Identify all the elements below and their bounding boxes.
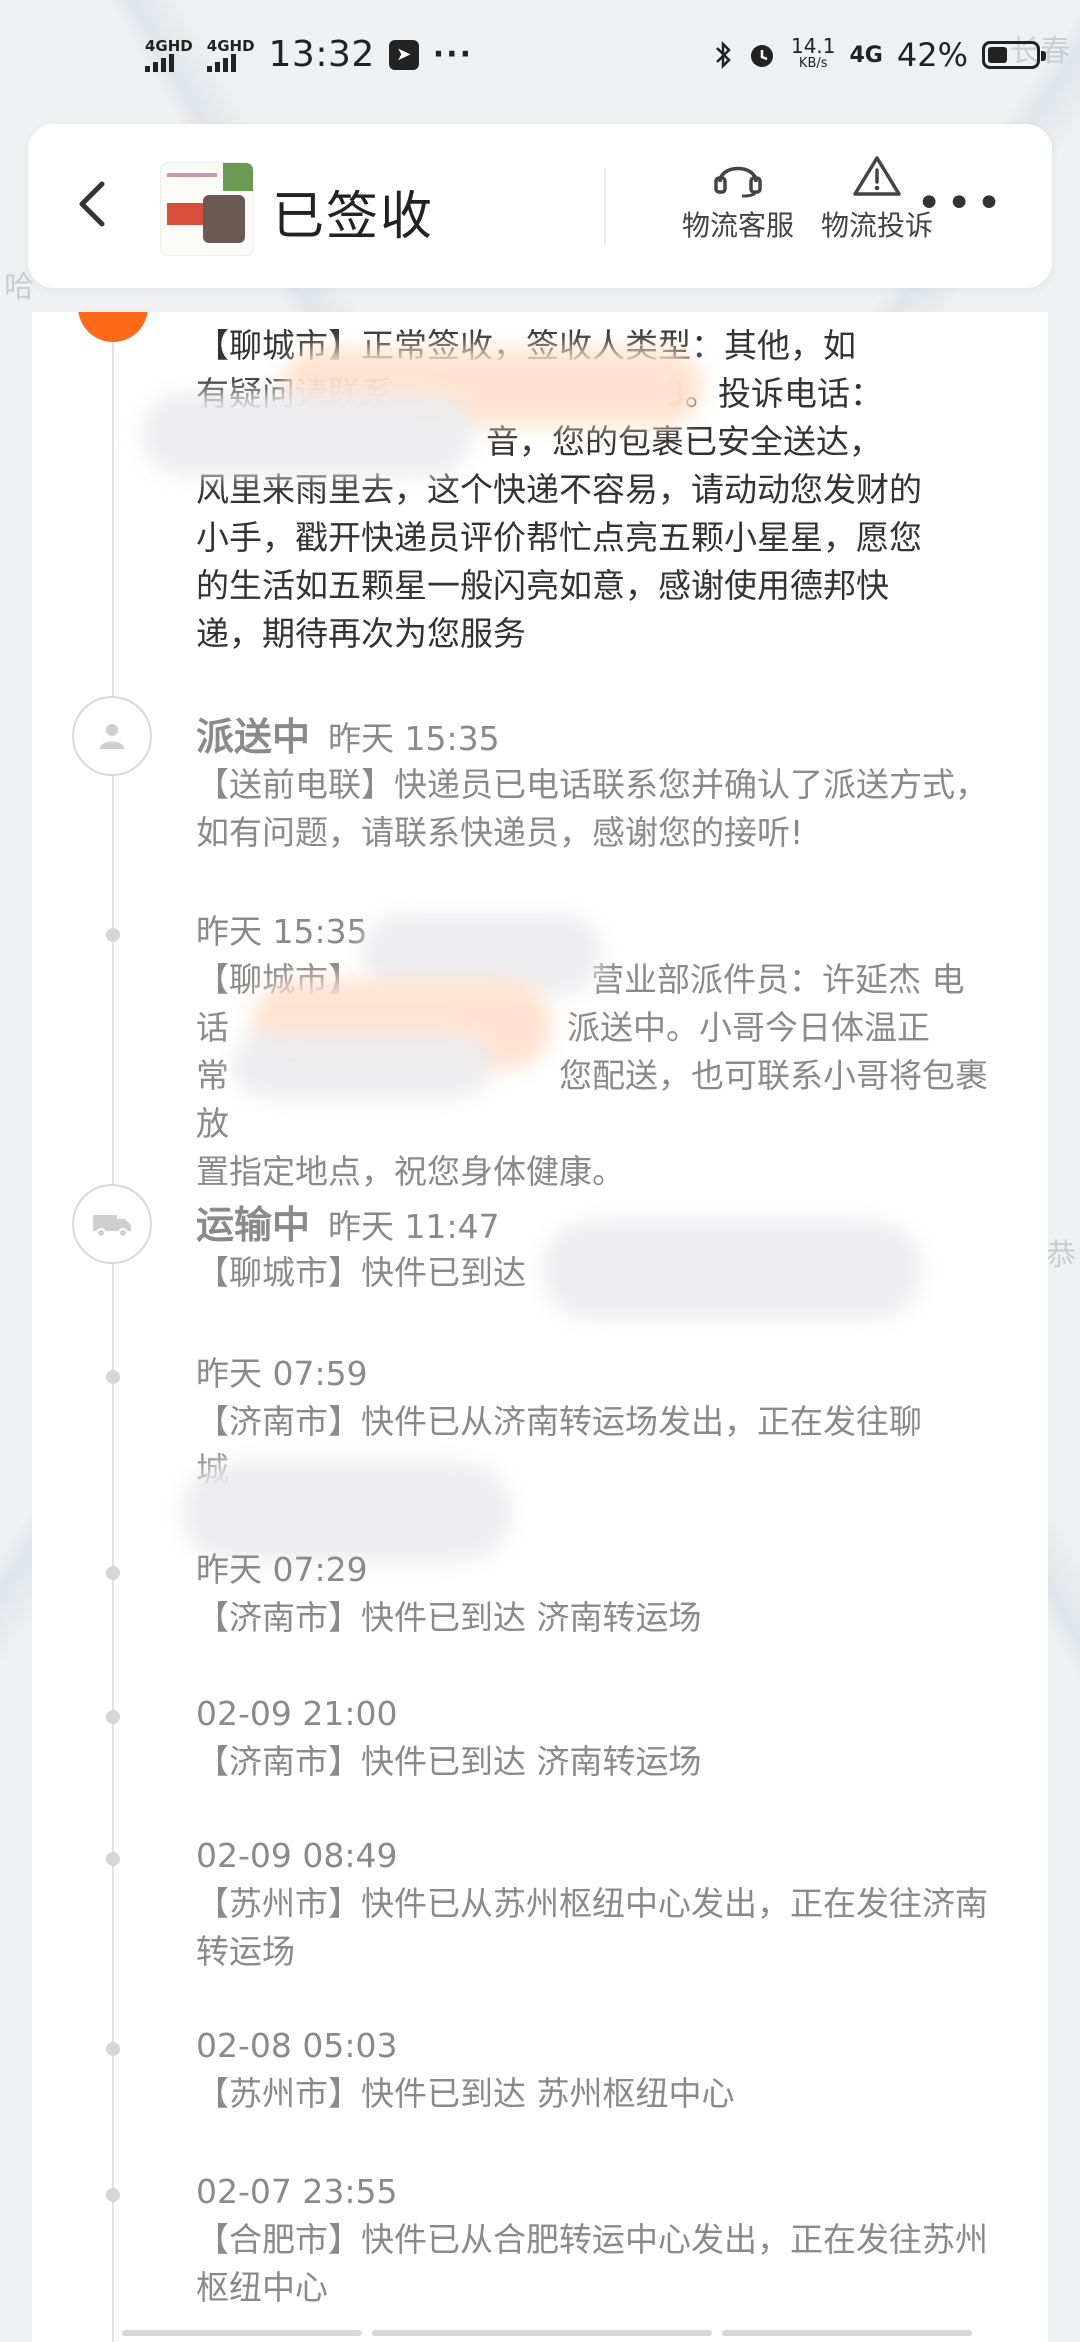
more-options-icon[interactable]: ••• [916,178,1006,229]
entry-time: 02-09 21:00 [196,1694,398,1733]
entry-time: 02-07 23:55 [196,2172,398,2211]
timeline-dot [106,2188,120,2202]
cell-signal-icon: 4GHD [145,38,193,72]
timeline-dot [106,2042,120,2056]
redaction-blur [542,1220,922,1320]
network-type: 4G [849,42,883,68]
entry-text: 【送前电联】快递员已电话联系您并确认了派送方式，如有问题，请联系快递员，感谢您的… [196,765,988,852]
entry-text: 【苏州市】快件已到达 苏州枢纽中心 [196,2074,735,2113]
logistics-service-label: 物流客服 [681,209,794,242]
entry-text: 【济南市】快件已到达 济南转运场 [196,1742,702,1781]
timeline-line [112,312,114,2342]
person-icon [100,724,124,749]
map-label: 恭 [1046,1238,1076,1273]
entry-time: 昨天 15:35 [328,719,500,758]
entry-time: 02-09 08:49 [196,1836,398,1875]
timeline-dot [106,1370,120,1384]
delivering-node [72,696,152,776]
divider [604,168,606,244]
logistics-service-button[interactable]: 物流客服 [668,154,808,244]
entry-time: 昨天 15:35 [196,912,368,951]
timeline-entry: 02-09 08:49 【苏州市】快件已从苏州枢纽中心发出，正在发往济南转运场 [196,1832,1016,1976]
headset-icon [714,166,762,198]
timeline-entry: 02-08 05:03 【苏州市】快件已到达 苏州枢纽中心 [196,2022,1016,2118]
telegram-icon: ➤ [388,39,419,70]
more-notifications-icon: ··· [432,37,473,72]
product-thumbnail [160,162,254,256]
truck-icon [93,1215,131,1238]
network-speed: 14.1 KB/s [790,34,836,71]
timeline-entry: 02-07 23:55 【合肥市】快件已从合肥转运中心发出，正在发往苏州枢纽中心 [196,2168,1016,2312]
timeline-entry-delivering: 派送中 昨天 15:35 【送前电联】快递员已电话联系您并确认了派送方式，如有问… [196,706,1016,857]
status-label: 运输中 [196,1203,311,1247]
battery-icon [982,41,1046,69]
signed-status-dot [78,312,148,342]
status-label: 派送中 [196,715,311,759]
timeline-dot [106,928,120,942]
battery-percent: 42% [896,36,968,74]
horizontal-scrollbar[interactable] [122,2330,1002,2336]
header-card: 已签收 物流客服 物流投诉 ••• [28,124,1052,288]
clock: 13:32 [268,34,375,75]
entry-time: 昨天 07:59 [196,1354,368,1393]
entry-text: 【合肥市】快件已从合肥转运中心发出，正在发往苏州枢纽中心 [196,2220,988,2307]
cell-signal-icon: 4GHD [206,38,255,72]
back-icon[interactable] [64,174,124,234]
entry-time: 02-08 05:03 [196,2026,398,2065]
status-bar: 4GHD 4GHD 13:32 ➤ ··· 14.1 KB/s 4G 42% [0,0,1080,118]
timeline-dot [106,1566,120,1580]
warning-icon [853,156,901,196]
entry-time: 昨天 07:29 [196,1550,368,1589]
timeline-entry: 昨天 07:29 【济南市】快件已到达 济南转运场 [196,1546,1016,1642]
timeline-dot [106,1852,120,1866]
alarm-icon [750,45,773,67]
redaction-blur [142,392,472,476]
bluetooth-icon [716,40,731,70]
transit-node [72,1184,152,1264]
page-title: 已签收 [272,187,435,247]
redaction-blur [232,1032,492,1098]
tracking-timeline: 【聊城市】正常签收，签收人类型：其他，如 有疑问请联系3。投诉电话： 音，您的包… [32,312,1048,2342]
timeline-entry: 02-09 21:00 【济南市】快件已到达 济南转运场 [196,1690,1016,1786]
entry-text: 【苏州市】快件已从苏州枢纽中心发出，正在发往济南转运场 [196,1884,988,1971]
timeline-dot [106,1710,120,1724]
entry-time: 昨天 11:47 [328,1207,500,1246]
entry-text: 【济南市】快件已到达 济南转运场 [196,1598,702,1637]
